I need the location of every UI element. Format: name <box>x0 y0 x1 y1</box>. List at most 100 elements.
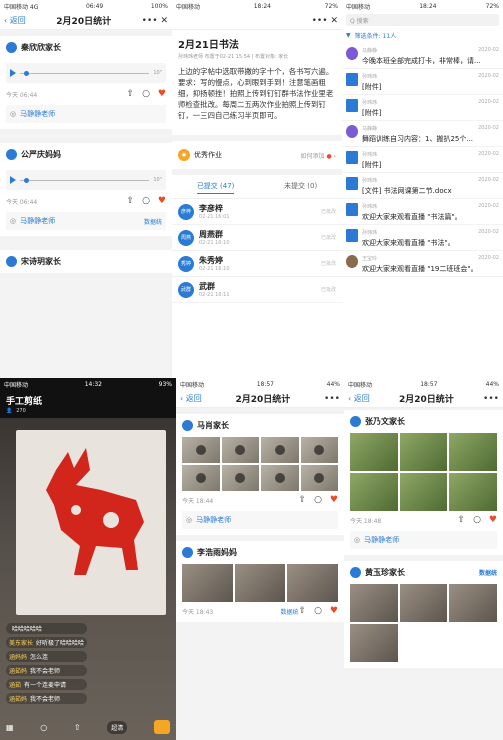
share-icon[interactable]: ⇧ <box>299 495 307 505</box>
video-thumbnail[interactable] <box>300 437 338 463</box>
video-thumbnail[interactable] <box>300 465 338 491</box>
message-item[interactable]: 孙玮玮 2020-02 [附件] <box>342 147 503 173</box>
like-icon[interactable]: ♥ <box>330 495 338 505</box>
timestamp: 今天 18:43 <box>182 608 214 616</box>
message-item[interactable]: 马静静 2020-02 舞蹈训练自习内容：1、搬扒25个... <box>342 121 503 147</box>
clock: 14:32 <box>84 380 102 388</box>
like-icon[interactable]: ♥ <box>489 515 497 525</box>
share-icon[interactable]: ⇧ <box>74 723 81 732</box>
message-item[interactable]: 孙玮玮 2020-02 欢迎大家来观看直播 "书法篇"。 <box>342 199 503 225</box>
photo-thumbnail[interactable] <box>350 433 398 471</box>
close-icon[interactable]: ✕ <box>160 16 168 26</box>
video-thumbnail[interactable] <box>221 465 259 491</box>
quality-button[interactable]: 超清 <box>107 720 128 734</box>
student-row[interactable]: 周燕 周燕群 02-21 16:10 已批改 <box>172 225 342 251</box>
panel-audio-stats: 中国移动 4G 06:49 100% ‹ 返回 2月20日统计 ••• ✕ 秦欣… <box>0 0 172 378</box>
message-item[interactable]: 孙玮玮 2020-02 [附件] <box>342 95 503 121</box>
chat-author: 涵妈妈 <box>9 654 28 661</box>
photo-thumbnail[interactable] <box>399 584 448 622</box>
avatar <box>346 47 358 60</box>
photo-thumbnail[interactable] <box>449 584 497 622</box>
close-icon[interactable]: ✕ <box>330 16 338 26</box>
comment-icon[interactable]: ○ <box>142 196 150 206</box>
more-icon[interactable]: ••• <box>324 394 340 404</box>
avatar <box>182 420 193 431</box>
reviewer-name[interactable]: 马静静老师 <box>196 515 231 525</box>
comment-icon[interactable]: ○ <box>40 723 47 732</box>
play-icon[interactable] <box>10 69 16 77</box>
avatar <box>6 256 17 267</box>
how-to-add-link[interactable]: 如何添加 ● › <box>301 151 337 160</box>
share-icon[interactable]: ⇧ <box>458 515 466 525</box>
video-thumbnail[interactable] <box>221 437 259 463</box>
play-icon[interactable] <box>10 176 16 184</box>
audio-player[interactable]: 10" <box>6 63 166 83</box>
search-input[interactable]: Q 搜索 <box>346 14 499 26</box>
more-icon[interactable]: ••• <box>483 394 499 404</box>
photo-thumbnail[interactable] <box>399 473 448 511</box>
share-icon[interactable]: ⇧ <box>299 606 307 616</box>
comment-icon[interactable]: ○ <box>314 495 322 505</box>
share-icon[interactable]: ⇧ <box>127 196 135 206</box>
like-icon[interactable]: ♥ <box>158 196 166 206</box>
attachment-icon <box>346 151 358 164</box>
comment-icon[interactable]: ○ <box>142 89 150 99</box>
back-button[interactable]: ‹ 返回 <box>4 15 26 26</box>
submit-time: 02-21 16:11 <box>199 292 230 298</box>
message-item[interactable]: 孙玮玮 2020-02 [附件] <box>342 69 503 95</box>
photo-thumbnail[interactable] <box>350 584 398 622</box>
sender: 孙玮玮 <box>362 204 378 210</box>
video-thumbnail[interactable] <box>261 437 299 463</box>
message-item[interactable]: 孙玮玮 2020-02 欢迎大家来观看直播 "书法"。 <box>342 225 503 251</box>
share-icon[interactable]: ⇧ <box>127 89 135 99</box>
status-bar: 中国移动 18:57 44% <box>344 378 503 390</box>
comment-icon[interactable]: ○ <box>314 606 322 616</box>
back-button[interactable]: ‹ 返回 <box>348 393 370 404</box>
photo-thumbnail[interactable] <box>350 624 398 662</box>
photo-thumbnail[interactable] <box>449 473 497 511</box>
photo-thumbnail[interactable] <box>287 564 338 602</box>
message-item[interactable]: 马静静 2020-02 今晚本班全部完成打卡，非常棒，请... <box>342 43 503 69</box>
student-row[interactable]: 彦梓 李彦梓 02-21 16:01 已批改 <box>172 199 342 225</box>
medal-icon: ★ <box>178 149 190 161</box>
live-icon <box>346 203 358 216</box>
reviewer-icon: ◎ <box>10 110 17 118</box>
student-row[interactable]: 武群 武群 02-21 16:11 已批改 <box>172 277 342 303</box>
tab-not-submitted[interactable]: 未提交 (0) <box>284 181 317 194</box>
audio-progress[interactable] <box>20 177 150 183</box>
gift-menu-icon[interactable]: ▦ <box>6 723 14 732</box>
video-thumbnail[interactable] <box>182 465 220 491</box>
message-item[interactable]: 王宝玲 2020-02 欢迎大家来观看直播 "19二班班会"。 <box>342 251 503 277</box>
message-item[interactable]: 孙玮玮 2020-02 [文件] 书法网课第二节.docx <box>342 173 503 199</box>
gift-icon[interactable] <box>153 720 170 734</box>
photo-thumbnail[interactable] <box>182 564 233 602</box>
student-row[interactable]: 秀婷 朱秀婷 02-21 16:10 已批改 <box>172 251 342 277</box>
back-label: 返回 <box>9 16 26 25</box>
video-thumbnail[interactable] <box>261 465 299 491</box>
photo-thumbnail[interactable] <box>350 473 398 511</box>
more-button[interactable]: ••• ✕ <box>312 16 338 26</box>
more-button[interactable]: ••• ✕ <box>142 16 168 26</box>
comment-icon[interactable]: ○ <box>473 515 481 525</box>
like-icon[interactable]: ♥ <box>330 606 338 616</box>
photo-thumbnail[interactable] <box>399 433 448 471</box>
data-stats-link[interactable]: 数据统 <box>479 568 497 577</box>
tab-submitted[interactable]: 已提交 (47) <box>196 181 235 194</box>
battery: 72% <box>485 2 499 10</box>
video-thumbnail[interactable] <box>182 437 220 463</box>
reviewer-name[interactable]: 马静静老师 <box>20 216 55 226</box>
photo-thumbnail[interactable] <box>449 433 497 471</box>
audio-progress[interactable] <box>20 70 150 76</box>
reviewer-name[interactable]: 马静静老师 <box>20 109 55 119</box>
nav-bar: ‹ 返回 2月20日统计 ••• <box>176 390 344 408</box>
reviewer-name[interactable]: 马静静老师 <box>364 535 399 545</box>
data-stats-link[interactable]: 数据统 <box>144 217 162 226</box>
back-button[interactable]: ‹ 返回 <box>180 393 202 404</box>
like-icon[interactable]: ♥ <box>158 89 166 99</box>
photo-thumbnail[interactable] <box>234 564 286 602</box>
filter-bar[interactable]: ▼ 筛选条件: 11人 <box>342 28 503 43</box>
data-stats-link[interactable]: 数据统 <box>281 607 299 616</box>
more-icon: ••• <box>141 15 158 26</box>
audio-player[interactable]: 10" <box>6 170 166 190</box>
excellent-homework-row[interactable]: ★ 优秀作业 如何添加 ● › <box>172 135 342 175</box>
